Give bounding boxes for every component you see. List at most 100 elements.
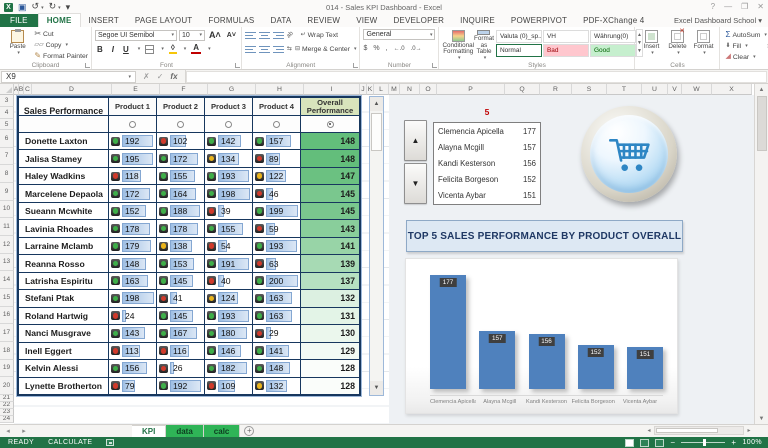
ribbon-tab-home[interactable]: HOME <box>38 13 81 27</box>
ribbon-tab-formulas[interactable]: FORMULAS <box>200 14 262 27</box>
column-header-i[interactable]: I <box>304 84 360 95</box>
paste-button[interactable]: Paste▾ <box>3 29 32 61</box>
column-header-d[interactable]: D <box>32 84 112 95</box>
overall-performance-cell[interactable]: 130 <box>301 325 359 341</box>
product-4-cell[interactable]: 199 <box>253 203 301 219</box>
product-3-cell[interactable]: 193 <box>205 168 253 184</box>
product-1-cell[interactable]: 195 <box>109 150 157 166</box>
product-3-cell[interactable]: 182 <box>205 360 253 376</box>
column-header-q[interactable]: Q <box>505 84 540 95</box>
fill-color-icon[interactable]: ◊ <box>169 44 177 54</box>
scroll-thumb[interactable] <box>656 428 718 433</box>
scroll-up-icon[interactable]: ▲ <box>370 97 383 111</box>
align-center-icon[interactable] <box>259 45 270 54</box>
product-2-cell[interactable]: 145 <box>157 273 205 289</box>
product-1-cell[interactable]: 156 <box>109 360 157 376</box>
top5-list-item[interactable]: Felicita Borgeson152 <box>434 172 540 188</box>
cell-style-good[interactable]: Good <box>590 44 636 57</box>
column-header-product2[interactable]: Product 2 <box>157 98 205 115</box>
restore-icon[interactable]: ❐ <box>741 2 748 11</box>
row-header-15[interactable]: 15 <box>0 289 14 307</box>
salesperson-name[interactable]: Larraine Mclamb <box>19 238 109 254</box>
product-3-cell[interactable]: 109 <box>205 378 253 394</box>
product-2-cell[interactable]: 116 <box>157 343 205 359</box>
product-3-cell[interactable]: 54 <box>205 238 253 254</box>
row-header-10[interactable]: 10 <box>0 201 14 219</box>
confirm-entry-icon[interactable]: ✓ <box>157 72 164 81</box>
overall-performance-cell[interactable]: 141 <box>301 238 359 254</box>
select-all-corner[interactable] <box>0 84 14 95</box>
scroll-right-icon[interactable]: ▸ <box>744 427 754 434</box>
copy-button[interactable]: ▱▱Copy▾ <box>34 40 88 50</box>
close-icon[interactable]: ✕ <box>757 2 764 11</box>
row-header-17[interactable]: 17 <box>0 324 14 342</box>
overall-performance-cell[interactable]: 148 <box>301 150 359 166</box>
overall-performance-cell[interactable]: 131 <box>301 308 359 324</box>
orientation-icon[interactable]: ab <box>285 30 295 40</box>
product-1-cell[interactable]: 24 <box>109 308 157 324</box>
overall-performance-cell[interactable]: 137 <box>301 273 359 289</box>
product-4-cell[interactable]: 59 <box>253 220 301 236</box>
shrink-font-icon[interactable]: A˅ <box>225 32 238 39</box>
salesperson-name[interactable]: Marcelene Depaola <box>19 185 109 201</box>
product-2-cell[interactable]: 164 <box>157 185 205 201</box>
row-header-23[interactable]: 23 <box>0 409 14 416</box>
row-header-6[interactable]: 6 <box>0 130 14 148</box>
cell-style-vh[interactable]: VH <box>543 30 589 43</box>
ribbon-tab-review[interactable]: REVIEW <box>299 14 348 27</box>
top5-list-item[interactable]: Clemencia Apicella177 <box>434 123 540 139</box>
radio-product3[interactable] <box>225 121 232 128</box>
name-box[interactable]: X9▾ <box>1 71 136 83</box>
top5-bar-chart[interactable]: 177157156152151 Clemencia ApicellaAlayna… <box>405 258 678 414</box>
row-header-16[interactable]: 16 <box>0 307 14 325</box>
font-name-select[interactable]: Segoe UI Semibol▾ <box>95 30 177 41</box>
zoom-out-icon[interactable]: − <box>670 439 675 447</box>
font-color-icon[interactable]: A <box>191 44 201 54</box>
product-1-cell[interactable]: 172 <box>109 185 157 201</box>
product-3-cell[interactable]: 124 <box>205 290 253 306</box>
product-1-cell[interactable]: 192 <box>109 133 157 149</box>
cancel-entry-icon[interactable]: ✗ <box>143 72 150 81</box>
percent-style-icon[interactable]: % <box>373 45 379 53</box>
radio-product4[interactable] <box>273 121 280 128</box>
salesperson-name[interactable]: Latrisha Espiritu <box>19 273 109 289</box>
cut-button[interactable]: ✂Cut <box>34 29 88 39</box>
top5-list-item[interactable]: Alayna Mcgill157 <box>434 139 540 155</box>
sheet-nav-next-icon[interactable]: ▸ <box>16 425 32 437</box>
product-4-cell[interactable]: 46 <box>253 185 301 201</box>
undo-icon[interactable]: ↺▾ <box>32 2 44 13</box>
dialog-launcher-icon[interactable] <box>85 63 90 68</box>
format-painter-button[interactable]: ✎Format Painter <box>34 51 88 61</box>
minimize-icon[interactable]: — <box>724 2 732 11</box>
row-header-12[interactable]: 12 <box>0 236 14 254</box>
save-icon[interactable]: ▣ <box>18 3 27 12</box>
salesperson-name[interactable]: Haley Wadkins <box>19 168 109 184</box>
salesperson-name[interactable]: Nanci Musgrave <box>19 325 109 341</box>
row-header-22[interactable]: 22 <box>0 402 14 409</box>
column-header-product4[interactable]: Product 4 <box>253 98 301 115</box>
format-as-table-button[interactable]: Format as Table▾ <box>474 29 494 61</box>
overall-performance-cell[interactable]: 128 <box>301 360 359 376</box>
chart-bar[interactable]: 151 <box>627 347 663 389</box>
row-header-11[interactable]: 11 <box>0 218 14 236</box>
comma-style-icon[interactable]: , <box>386 45 388 53</box>
product-3-cell[interactable]: 180 <box>205 325 253 341</box>
column-header-h[interactable]: H <box>256 84 304 95</box>
scroll-down-icon[interactable]: ▼ <box>759 413 765 424</box>
salesperson-name[interactable]: Reanna Rosso <box>19 255 109 271</box>
column-header-n[interactable]: N <box>400 84 420 95</box>
scroll-up-icon[interactable]: ▲ <box>759 84 765 95</box>
column-header-k[interactable]: K <box>367 84 374 95</box>
zoom-slider[interactable] <box>681 442 725 443</box>
column-header-l[interactable]: L <box>374 84 389 95</box>
overall-performance-cell[interactable]: 143 <box>301 220 359 236</box>
bold-button[interactable]: B <box>95 45 105 54</box>
salesperson-name[interactable]: Sueann Mcwhite <box>19 203 109 219</box>
salesperson-name[interactable]: Lynette Brotherton <box>19 378 109 394</box>
product-3-cell[interactable]: 40 <box>205 273 253 289</box>
ribbon-tab-insert[interactable]: INSERT <box>81 14 127 27</box>
accounting-format-icon[interactable]: $ <box>363 45 367 53</box>
product-1-cell[interactable]: 143 <box>109 325 157 341</box>
product-3-cell[interactable]: 146 <box>205 343 253 359</box>
scroll-left-icon[interactable]: ◂ <box>644 427 654 434</box>
